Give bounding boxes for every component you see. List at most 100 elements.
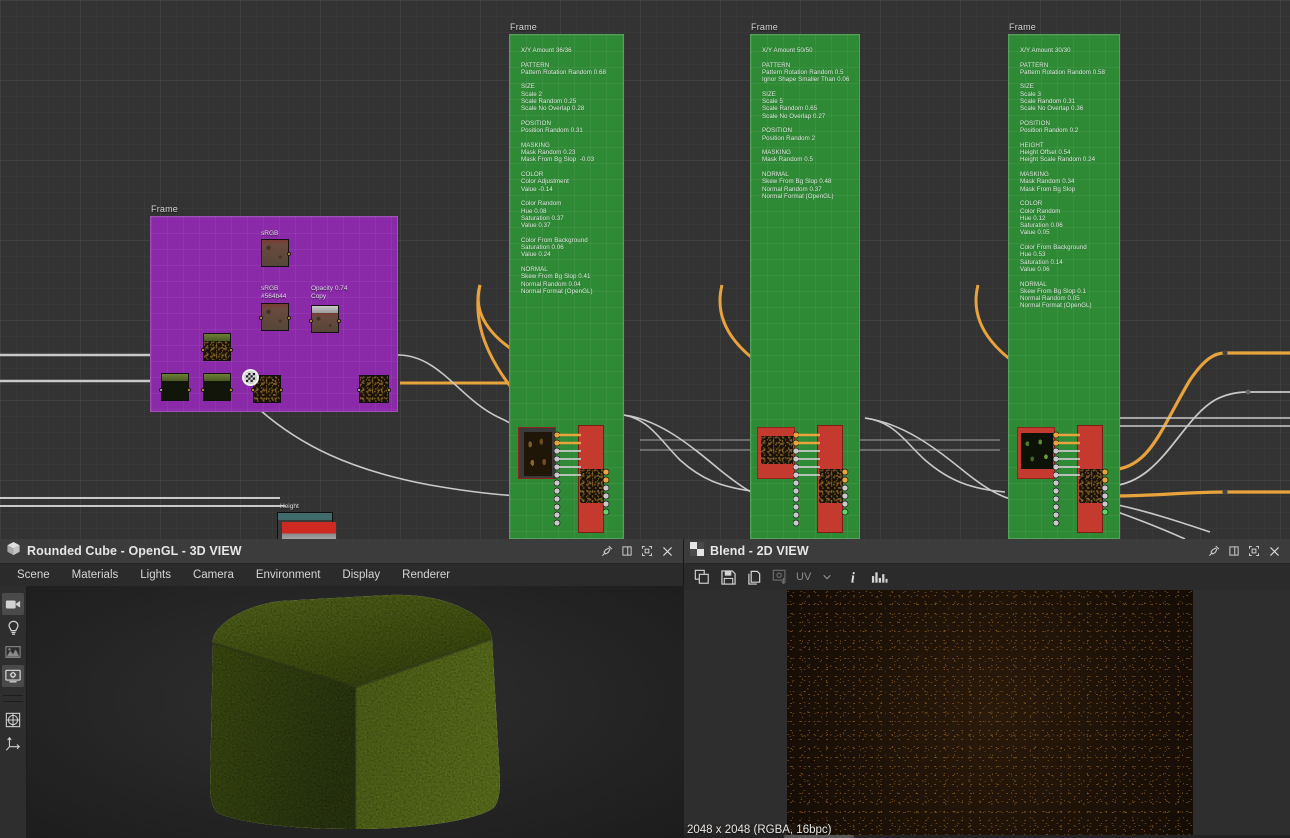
node-thumbnail xyxy=(204,341,230,360)
panel-title: Rounded Cube - OpenGL - 3D VIEW xyxy=(27,544,242,558)
node-noise-out[interactable] xyxy=(357,375,391,403)
menu-item-environment[interactable]: Environment xyxy=(245,567,332,583)
node-dark-a[interactable] xyxy=(159,373,191,401)
node-socket[interactable] xyxy=(357,388,361,392)
info-icon[interactable]: i xyxy=(841,566,865,588)
menu-item-scene[interactable]: Scene xyxy=(6,567,61,583)
uv-label[interactable]: UV xyxy=(794,571,813,583)
node-dark-b[interactable] xyxy=(201,373,233,401)
node-socket[interactable] xyxy=(201,388,205,392)
grid-icon[interactable] xyxy=(2,709,24,731)
node-thumbnail xyxy=(312,313,338,332)
bottom-panels: Rounded Cube - OpenGL - 3D VIEW Scene Ma… xyxy=(0,539,1290,838)
sidebar-divider xyxy=(3,695,23,696)
restore-icon[interactable] xyxy=(617,541,637,561)
menu-item-display[interactable]: Display xyxy=(331,567,391,583)
restore-icon[interactable] xyxy=(1224,541,1244,561)
viewport-3d[interactable] xyxy=(0,586,684,838)
menubar-3d-view: Scene Materials Lights Camera Environmen… xyxy=(0,564,683,586)
node-label-srgb-top: sRGB xyxy=(261,230,279,237)
node-thumbnail xyxy=(524,432,552,476)
node-label-srgb-color: sRGB #564b44 xyxy=(261,285,287,300)
panel-3d-view: Rounded Cube - OpenGL - 3D VIEW Scene Ma… xyxy=(0,539,684,838)
node-socket[interactable] xyxy=(337,319,341,323)
node-socket[interactable] xyxy=(309,319,313,323)
menu-item-lights[interactable]: Lights xyxy=(129,567,182,583)
frame-purple: Frame sRGB sRGB #564b44 Opacity 0.74 Cop… xyxy=(150,204,398,412)
node-socket[interactable] xyxy=(229,388,233,392)
menu-item-camera[interactable]: Camera xyxy=(182,567,245,583)
frame-label: Frame xyxy=(1009,22,1037,32)
menu-item-renderer[interactable]: Renderer xyxy=(391,567,461,583)
camera-icon[interactable] xyxy=(2,593,24,615)
node-socket[interactable] xyxy=(251,388,255,392)
toolbar-2d-view: UV i xyxy=(684,564,1290,590)
frame-parameters: X/Y Amount 36/36 PATTERN Pattern Rotatio… xyxy=(521,47,606,295)
node-header xyxy=(278,513,332,520)
node-label-opacity-copy: Opacity 0.74 Copy xyxy=(311,285,348,300)
node-socket[interactable] xyxy=(159,388,163,392)
node-thumbnail xyxy=(162,381,188,400)
rounded-cube-model[interactable] xyxy=(180,591,530,831)
node-socket[interactable] xyxy=(287,316,291,320)
close-icon[interactable] xyxy=(1264,541,1284,561)
node-thumbnail xyxy=(360,376,388,402)
display-icon[interactable] xyxy=(2,665,24,687)
node-srgb-color[interactable] xyxy=(259,303,291,331)
node-socket[interactable] xyxy=(387,388,391,392)
node-thumbnail xyxy=(282,522,336,539)
group-sockets xyxy=(793,431,820,527)
node-thumbnail xyxy=(262,304,288,330)
svg-text:i: i xyxy=(851,570,855,585)
menu-item-materials[interactable]: Materials xyxy=(61,567,130,583)
close-icon[interactable] xyxy=(657,541,677,561)
node-socket[interactable] xyxy=(287,252,291,256)
texture-preview-image[interactable] xyxy=(787,590,1193,838)
pin-icon[interactable] xyxy=(597,541,617,561)
node-socket[interactable] xyxy=(201,348,205,352)
viewport-2d[interactable]: 2048 x 2048 (RGBA, 16bpc) xyxy=(684,590,1290,838)
node-leaf-pattern[interactable] xyxy=(518,427,556,479)
maximize-icon[interactable] xyxy=(1244,541,1264,561)
node-socket[interactable] xyxy=(259,316,263,320)
panel-2d-view: Blend - 2D VIEW UV i 2048 x 2048 (RGBA, … xyxy=(684,539,1290,838)
titlebar-3d-view: Rounded Cube - OpenGL - 3D VIEW xyxy=(0,539,683,564)
duplicate-icon[interactable] xyxy=(690,566,714,588)
node-label-height: Height xyxy=(280,503,299,510)
group-out-sockets xyxy=(841,468,849,516)
group-out-sockets xyxy=(1101,468,1109,516)
node-height[interactable] xyxy=(277,512,336,539)
light-icon[interactable] xyxy=(2,617,24,639)
node-socket[interactable] xyxy=(187,388,191,392)
maximize-icon[interactable] xyxy=(637,541,657,561)
node-header xyxy=(312,306,338,313)
frame-parameters: X/Y Amount 30/30 PATTERN Pattern Rotatio… xyxy=(1020,47,1105,310)
axes-icon[interactable] xyxy=(2,733,24,755)
histogram-icon[interactable] xyxy=(867,566,891,588)
checker-badge-icon[interactable] xyxy=(242,369,259,386)
export-icon[interactable] xyxy=(768,566,792,588)
environment-icon[interactable] xyxy=(2,641,24,663)
node-socket[interactable] xyxy=(279,388,283,392)
sidebar-divider xyxy=(3,701,23,702)
node-socket[interactable] xyxy=(229,348,233,352)
node-dirt-pattern[interactable] xyxy=(757,427,795,479)
node-thumbnail xyxy=(761,436,793,464)
copy-icon[interactable] xyxy=(742,566,766,588)
frame-label: Frame xyxy=(510,22,538,32)
cube-icon xyxy=(6,541,21,561)
node-thumbnail xyxy=(204,381,230,400)
frame-label: Frame xyxy=(151,204,179,214)
node-graph-canvas[interactable]: Frame sRGB sRGB #564b44 Opacity 0.74 Cop… xyxy=(0,0,1290,539)
panel-title: Blend - 2D VIEW xyxy=(710,544,809,558)
node-moss-pattern[interactable] xyxy=(1017,427,1055,479)
node-header xyxy=(162,374,188,381)
frame-parameters: X/Y Amount 50/50 PATTERN Pattern Rotatio… xyxy=(762,47,850,200)
node-opacity-copy[interactable] xyxy=(309,305,341,333)
chevron-down-icon[interactable] xyxy=(815,566,839,588)
save-icon[interactable] xyxy=(716,566,740,588)
node-srgb-top[interactable] xyxy=(261,239,291,267)
node-green-dirt[interactable] xyxy=(201,333,233,361)
group-sockets xyxy=(1053,431,1080,527)
pin-icon[interactable] xyxy=(1204,541,1224,561)
